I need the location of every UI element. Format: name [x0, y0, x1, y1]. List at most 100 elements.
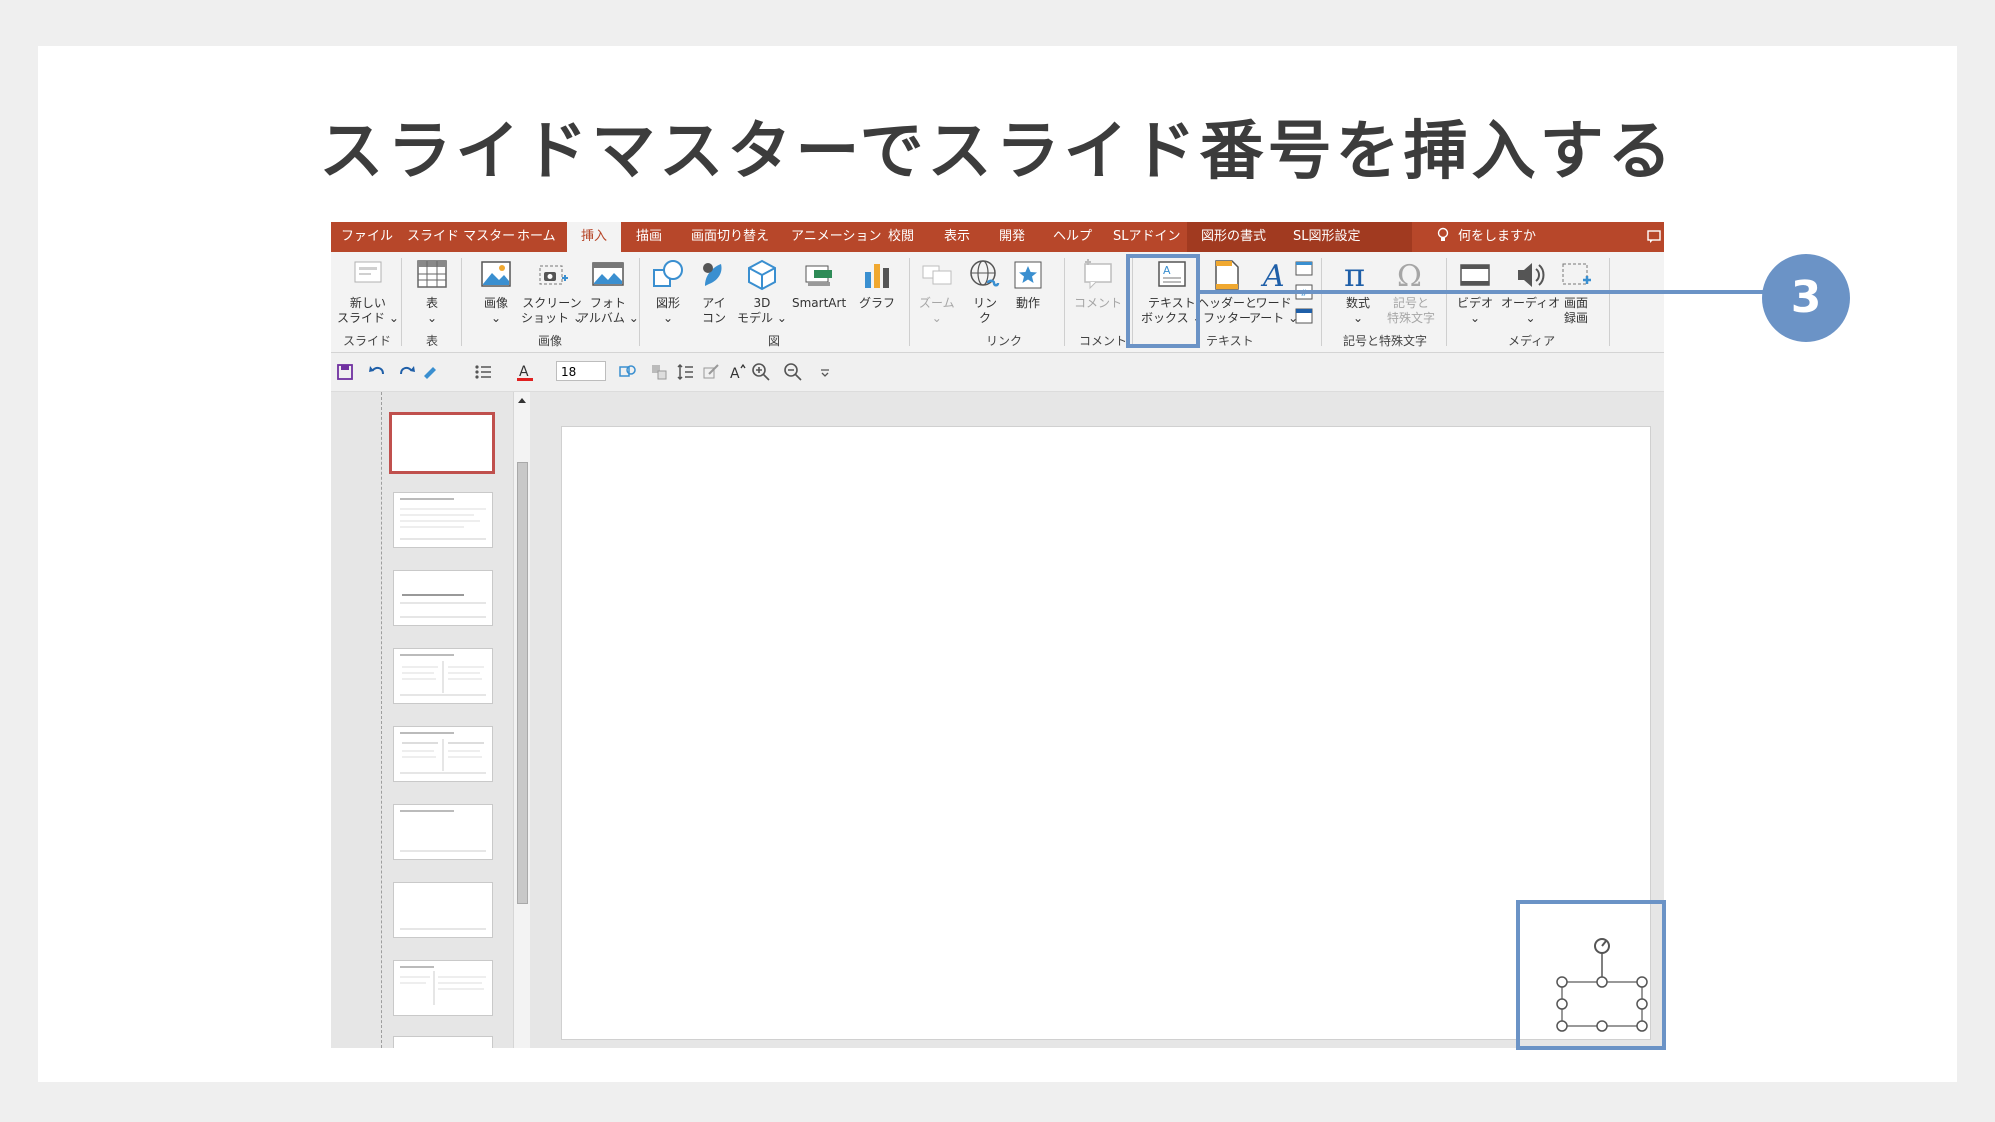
icons-button[interactable]: アイ コン — [697, 258, 731, 326]
object-icon[interactable] — [1295, 308, 1313, 324]
pi-icon: π — [1344, 258, 1365, 292]
photo-album-button[interactable]: フォト アルバム ⌄ — [577, 258, 639, 326]
smartart-icon — [805, 265, 833, 286]
comment-label: コメント — [1074, 296, 1123, 310]
zoom-out-icon[interactable] — [783, 362, 803, 382]
screenshot-label: スクリーン ショット ⌄ — [521, 296, 583, 325]
ribbon-tab-bar: ファイル スライド マスター ホーム 挿入 描画 画面切り替え アニメーション … — [331, 222, 1664, 252]
tab-transitions[interactable]: 画面切り替え — [691, 222, 769, 252]
bullets-icon[interactable] — [473, 362, 493, 382]
wordart-icon: A — [1260, 259, 1285, 292]
font-grow-icon[interactable]: A — [727, 362, 747, 382]
group-label-image: 画像 — [538, 334, 563, 348]
3d-models-label: 3D モデル ⌄ — [737, 296, 787, 325]
font-size-select[interactable]: 18 — [556, 361, 606, 381]
table-label: 表 ⌄ — [425, 296, 438, 325]
group-separator — [1064, 258, 1065, 346]
comment-button[interactable]: コメント — [1074, 258, 1122, 311]
layout-connector-line — [381, 392, 382, 1048]
tab-draw[interactable]: 描画 — [636, 222, 662, 252]
tab-developer[interactable]: 開発 — [999, 222, 1025, 252]
tab-sl-shape-settings[interactable]: SL図形設定 — [1293, 222, 1361, 252]
step-number-badge: 3 — [1762, 254, 1850, 342]
photo-album-label: フォト アルバム ⌄ — [577, 296, 639, 325]
equation-label: 数式 ⌄ — [1345, 296, 1370, 325]
symbol-label: 記号と 特殊文字 — [1387, 296, 1436, 325]
font-color-icon[interactable]: A — [515, 362, 535, 382]
audio-label: オーディオ ⌄ — [1501, 296, 1561, 325]
scroll-up-arrow-icon[interactable] — [515, 394, 529, 408]
slide-thumbnail-pane — [331, 392, 531, 1048]
screenshot-button[interactable]: スクリーン ショット ⌄ — [521, 258, 583, 326]
chart-button[interactable]: グラフ — [859, 258, 895, 311]
layout-thumbnail[interactable] — [393, 882, 493, 938]
action-button[interactable]: 動作 — [1011, 258, 1045, 311]
insert-ribbon: 新しい スライド ⌄ スライド 表 ⌄ 表 画像 ⌄ スクリーン ショット ⌄ … — [331, 252, 1664, 353]
layout-thumbnail[interactable] — [393, 960, 493, 1016]
group-label-link: リンク — [986, 334, 1023, 348]
group-separator — [461, 258, 462, 346]
image-button[interactable]: 画像 ⌄ — [479, 258, 513, 326]
layout-thumbnail[interactable] — [393, 804, 493, 860]
font-size-value: 18 — [561, 365, 577, 379]
link-button[interactable]: リン ク — [968, 258, 1002, 326]
action-label: 動作 — [1015, 296, 1040, 310]
customize-toolbar-icon[interactable] — [815, 362, 835, 382]
group-label-slide: スライド — [343, 334, 392, 348]
3d-models-button[interactable]: 3D モデル ⌄ — [737, 258, 787, 326]
svg-text:π: π — [1344, 258, 1365, 292]
thumbnail-scrollbar[interactable] — [513, 392, 530, 1048]
tab-shape-format[interactable]: 図形の書式 — [1201, 222, 1266, 252]
group-separator — [909, 258, 910, 346]
layout-thumbnail[interactable] — [393, 570, 493, 626]
shapes-icon — [653, 260, 683, 287]
tab-view[interactable]: 表示 — [944, 222, 970, 252]
master-slide-thumbnail[interactable] — [389, 412, 495, 474]
tab-animations[interactable]: アニメーション — [791, 222, 881, 252]
save-icon[interactable] — [335, 362, 355, 382]
svg-text:A: A — [519, 364, 529, 380]
new-slide-button[interactable]: 新しい スライド ⌄ — [337, 258, 399, 326]
arrange-icon[interactable] — [649, 362, 669, 382]
smartart-button[interactable]: SmartArt — [792, 258, 846, 311]
tab-review[interactable]: 校閲 — [888, 222, 914, 252]
scrollbar-thumb[interactable] — [517, 462, 528, 904]
group-label-comment: コメント — [1079, 334, 1128, 348]
table-icon — [417, 260, 447, 288]
shapes-button[interactable]: 図形 ⌄ — [651, 258, 685, 326]
tab-slide-master[interactable]: スライド マスター — [407, 222, 515, 252]
layout-preview — [400, 654, 486, 696]
redo-icon[interactable] — [397, 362, 417, 382]
slide-number-area-highlight-box — [1516, 900, 1666, 1050]
undo-icon[interactable] — [367, 362, 387, 382]
format-painter-icon[interactable] — [421, 362, 441, 382]
tab-home[interactable]: ホーム — [517, 222, 556, 252]
tell-me-search[interactable]: 何をしますか — [1436, 222, 1536, 252]
slide-canvas[interactable] — [561, 426, 1651, 1040]
date-time-icon[interactable] — [1295, 260, 1313, 276]
group-separator — [1446, 258, 1447, 346]
tab-file[interactable]: ファイル — [341, 222, 393, 252]
layout-preview — [400, 966, 486, 1005]
zoom-in-icon[interactable] — [751, 362, 771, 382]
layout-preview — [400, 498, 486, 540]
tab-insert[interactable]: 挿入 — [567, 222, 622, 252]
table-button[interactable]: 表 ⌄ — [415, 258, 449, 326]
edit-shape-icon[interactable] — [701, 362, 721, 382]
comments-icon[interactable] — [1647, 230, 1661, 244]
svg-text:A: A — [730, 366, 740, 382]
tab-sl-addin[interactable]: SLアドイン — [1113, 222, 1181, 252]
layout-thumbnail[interactable] — [393, 648, 493, 704]
group-label-table: 表 — [426, 334, 439, 348]
zoom-button[interactable]: ズーム ⌄ — [919, 258, 955, 326]
layout-thumbnail[interactable] — [393, 1036, 493, 1048]
layout-thumbnail[interactable] — [393, 492, 493, 548]
shape-outline-icon[interactable] — [617, 362, 637, 382]
line-spacing-icon[interactable] — [675, 362, 695, 382]
tab-help[interactable]: ヘルプ — [1053, 222, 1092, 252]
layout-preview — [400, 732, 486, 774]
group-label-symbols: 記号と特殊文字 — [1343, 334, 1428, 348]
screen-record-icon — [1562, 263, 1591, 285]
layout-thumbnail[interactable] — [393, 726, 493, 782]
layout-preview — [400, 928, 486, 930]
